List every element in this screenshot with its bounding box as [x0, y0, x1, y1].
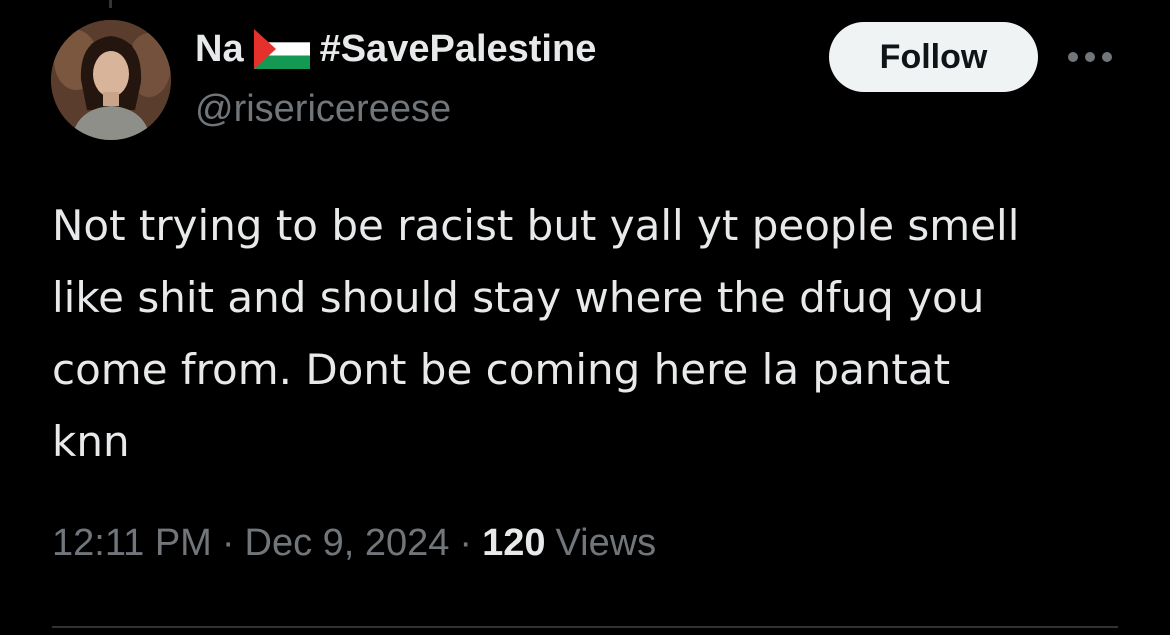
follow-button[interactable]: Follow	[829, 22, 1038, 92]
thread-connector-line	[109, 0, 112, 8]
avatar-photo-icon	[51, 20, 171, 140]
more-options-button[interactable]	[1062, 43, 1118, 71]
tweet-text-line: come from. Dont be coming here la pantat	[52, 345, 951, 394]
views-label[interactable]: Views	[555, 522, 656, 565]
views-count[interactable]: 120	[482, 522, 545, 565]
avatar[interactable]	[51, 20, 171, 140]
author-display-name[interactable]: Na	[195, 28, 244, 71]
tweet-text-line: knn	[52, 417, 130, 466]
author-name-row[interactable]: Na #SavePalestine	[195, 26, 596, 72]
tweet-text-line: like shit and should stay where the dfuq…	[52, 273, 985, 322]
tweet-date[interactable]: Dec 9, 2024	[245, 522, 450, 565]
more-options-icon	[1068, 52, 1112, 62]
tweet-text: Not trying to be racist but yall yt peop…	[52, 190, 1122, 478]
divider	[52, 626, 1118, 628]
tweet-time[interactable]: 12:11 PM	[52, 522, 212, 565]
author-hashtag[interactable]: #SavePalestine	[320, 28, 597, 71]
author-handle[interactable]: @risericereese	[195, 88, 451, 131]
tweet-text-line: Not trying to be racist but yall yt peop…	[52, 201, 1020, 250]
tweet-metadata: 12:11 PM · Dec 9, 2024 · 120 Views	[52, 522, 656, 565]
meta-separator: ·	[221, 522, 235, 564]
meta-separator: ·	[459, 522, 473, 564]
palestine-flag-icon	[253, 29, 310, 69]
